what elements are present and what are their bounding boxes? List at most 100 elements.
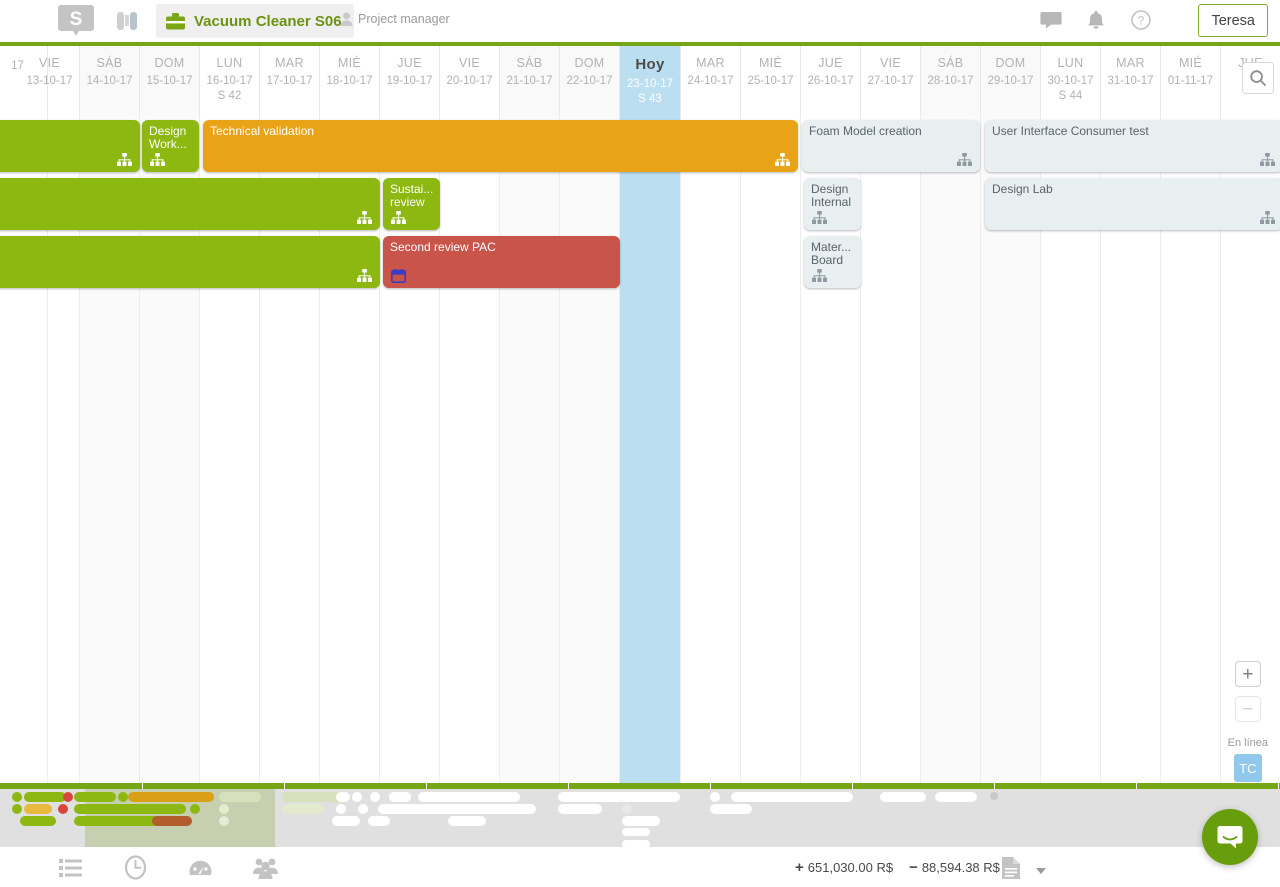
day-of-week: SÁB	[96, 56, 123, 70]
timeline-day-header[interactable]: JUE 19-10-17	[380, 46, 440, 115]
gantt-task-bar[interactable]: Design Work...	[142, 120, 199, 172]
org-chart-icon[interactable]	[812, 269, 827, 282]
gantt-task-bar[interactable]	[0, 120, 140, 172]
minimap-task-segment	[12, 792, 22, 802]
briefcase-icon	[166, 12, 185, 30]
gantt-task-bar[interactable]: Design Lab	[985, 178, 1280, 230]
timeline-day-header[interactable]: MIÉ 01-11-17	[1161, 46, 1221, 115]
list-icon[interactable]	[56, 853, 85, 882]
timeline-grid-column	[560, 115, 620, 783]
gantt-task-bar[interactable]: Mater... Board	[804, 236, 861, 288]
gantt-task-bar[interactable]: Technical validation	[203, 120, 798, 172]
org-chart-icon[interactable]	[117, 153, 132, 166]
timeline-day-header[interactable]: MAR 31-10-17	[1101, 46, 1161, 115]
timeline-day-header[interactable]: MAR 24-10-17	[681, 46, 741, 115]
task-title: Mater... Board	[811, 240, 852, 267]
avatar[interactable]: TC	[1233, 754, 1262, 782]
minimap-task-segment	[622, 816, 660, 826]
gantt-task-bar[interactable]: Second review PAC	[383, 236, 620, 288]
org-chart-icon[interactable]	[957, 153, 972, 166]
timeline-day-header[interactable]: VIE 13-10-17	[20, 46, 80, 115]
day-of-week: LUN	[1057, 56, 1084, 70]
minimap-task-segment	[219, 804, 229, 814]
zoom-in-button[interactable]: +	[1234, 661, 1261, 687]
timeline-day-header[interactable]: LUN 16-10-17 S 42	[200, 46, 260, 115]
timeline-day-header[interactable]: JUE 26-10-17	[801, 46, 861, 115]
day-of-week: MIÉ	[1178, 56, 1203, 70]
timeline-day-header[interactable]: Hoy 23-10-17 S 43	[620, 46, 681, 115]
day-date: 22-10-17	[566, 75, 613, 87]
bell-icon[interactable]	[1085, 9, 1107, 31]
week-number: S 43	[638, 93, 662, 105]
minimap-task-segment	[128, 792, 214, 802]
timeline-day-header[interactable]: SÁB 28-10-17	[921, 46, 981, 115]
chevron-down-icon[interactable]	[1036, 868, 1046, 874]
intercom-chat-button[interactable]	[1202, 809, 1258, 865]
timeline-day-header[interactable]: MIÉ 18-10-17	[320, 46, 380, 115]
task-title: Design Internal	[811, 182, 852, 209]
timeline-day-header[interactable]: DOM 29-10-17	[981, 46, 1041, 115]
gantt-task-bar[interactable]: Sustai... review	[383, 178, 440, 230]
minimap-task-segment	[63, 792, 73, 802]
search-icon[interactable]	[1242, 62, 1274, 94]
minimap-tick	[994, 783, 995, 789]
gantt-task-bar[interactable]: User Interface Consumer test	[985, 120, 1280, 172]
day-date: 21-10-17	[506, 75, 553, 87]
timeline-day-header[interactable]: DOM 15-10-17	[140, 46, 200, 115]
minimap-task-segment	[448, 816, 486, 826]
minimap-task-segment	[378, 804, 536, 814]
org-chart-icon[interactable]	[150, 153, 165, 166]
timeline-day-header[interactable]: DOM 22-10-17	[560, 46, 620, 115]
minimap-tick	[426, 783, 427, 789]
minimap-task-segment	[352, 792, 362, 802]
org-chart-icon[interactable]	[1260, 211, 1275, 224]
gantt-task-bar[interactable]	[0, 178, 380, 230]
timeline-day-header[interactable]: MIÉ 25-10-17	[741, 46, 801, 115]
gauge-icon[interactable]	[186, 853, 215, 882]
timeline-minimap[interactable]	[0, 783, 1280, 847]
org-chart-icon[interactable]	[357, 211, 372, 224]
people-icon[interactable]	[251, 853, 280, 882]
task-title: Technical validation	[210, 124, 315, 138]
day-date: 17-10-17	[266, 75, 313, 87]
user-menu-button[interactable]: Teresa	[1198, 4, 1268, 37]
comment-icon[interactable]	[1040, 9, 1062, 31]
day-of-week: DOM	[995, 56, 1026, 70]
timeline-day-header[interactable]: SÁB 14-10-17	[80, 46, 140, 115]
timeline-day-header[interactable]: VIE 27-10-17	[861, 46, 921, 115]
org-chart-icon[interactable]	[357, 269, 372, 282]
document-icon[interactable]	[1000, 856, 1022, 880]
gantt-canvas[interactable]: Design Work... Technical validation Foam M…	[0, 115, 1280, 783]
gantt-task-bar[interactable]: Foam Model creation	[802, 120, 980, 172]
zoom-controls: + − En línea TC	[1228, 661, 1268, 782]
timeline-grid-column	[500, 115, 560, 783]
timeline-day-header[interactable]: VIE 20-10-17	[440, 46, 500, 115]
minimap-task-segment	[282, 804, 324, 814]
minimap-task-segment	[558, 792, 680, 802]
gantt-task-bar[interactable]	[0, 236, 380, 288]
binoculars-icon[interactable]	[114, 10, 140, 32]
project-selector[interactable]: Vacuum Cleaner S06	[156, 4, 354, 38]
org-chart-icon[interactable]	[775, 153, 790, 166]
timeline-day-header[interactable]: LUN 30-10-17 S 44	[1041, 46, 1101, 115]
minimap-task-segment	[622, 840, 650, 847]
clock-icon[interactable]	[121, 853, 150, 882]
minimap-task-segment	[219, 816, 229, 826]
gantt-task-bar[interactable]: Design Internal	[804, 178, 861, 230]
task-title: User Interface Consumer test	[992, 124, 1149, 138]
calendar-icon[interactable]	[391, 269, 406, 284]
person-icon	[340, 12, 353, 26]
day-date: 15-10-17	[146, 75, 193, 87]
top-navigation-bar: S Vacuum Cleaner S06 Project manager ? T…	[0, 0, 1280, 42]
help-icon[interactable]: ?	[1130, 9, 1152, 31]
org-chart-icon[interactable]	[1260, 153, 1275, 166]
week-number: S 42	[217, 90, 242, 102]
org-chart-icon[interactable]	[391, 211, 406, 224]
day-date: 25-10-17	[747, 75, 794, 87]
timeline-day-header[interactable]: SÁB 21-10-17	[500, 46, 560, 115]
timeline-day-header[interactable]: MAR 17-10-17	[260, 46, 320, 115]
zoom-out-button[interactable]: −	[1234, 696, 1261, 722]
org-chart-icon[interactable]	[812, 211, 827, 224]
sinnaps-logo-icon[interactable]: S	[58, 3, 94, 37]
minimap-task-segment	[558, 804, 602, 814]
